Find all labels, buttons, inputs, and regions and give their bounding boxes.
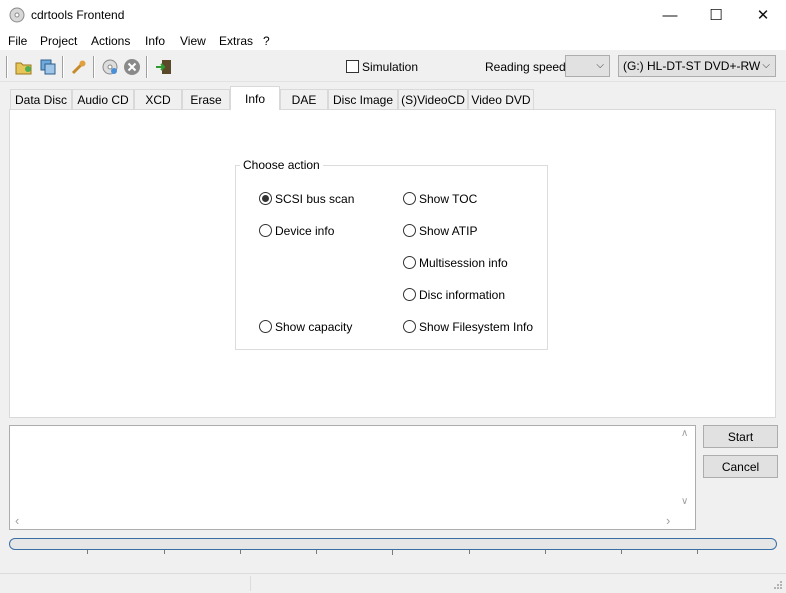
chevron-down-icon: ⌵ bbox=[762, 60, 770, 71]
tab-dae[interactable]: DAE bbox=[280, 89, 328, 109]
menu-view[interactable]: View bbox=[180, 34, 206, 48]
window-title: cdrtools Frontend bbox=[31, 8, 125, 22]
disc-information-radio[interactable] bbox=[403, 288, 416, 301]
menu-info[interactable]: Info bbox=[145, 34, 165, 48]
ruler-tick bbox=[621, 550, 622, 554]
minimize-button[interactable]: — bbox=[647, 0, 693, 30]
ruler-tick bbox=[469, 550, 470, 554]
vertical-scrollbar[interactable]: ∧ ∨ bbox=[677, 426, 695, 512]
device-info-label[interactable]: Device info bbox=[275, 224, 334, 238]
exit-button[interactable] bbox=[153, 56, 175, 78]
horizontal-scrollbar[interactable]: ‹ › bbox=[10, 512, 677, 529]
drive-select[interactable]: (G:) HL-DT-ST DVD+-RW ⌵ bbox=[618, 55, 776, 77]
simulation-checkbox[interactable] bbox=[346, 60, 359, 73]
tab-info[interactable]: Info bbox=[230, 86, 280, 110]
ruler-tick bbox=[316, 550, 317, 554]
multisession-info-radio[interactable] bbox=[403, 256, 416, 269]
settings-wrench-icon bbox=[71, 60, 86, 75]
menu-extras[interactable]: Extras bbox=[219, 34, 253, 48]
stop-icon bbox=[124, 59, 140, 75]
toolbar-grip bbox=[6, 56, 8, 78]
scsi-bus-scan-label[interactable]: SCSI bus scan bbox=[275, 192, 354, 206]
exit-icon bbox=[156, 60, 171, 74]
show-filesystem-info-radio[interactable] bbox=[403, 320, 416, 333]
scroll-left-icon[interactable]: ‹ bbox=[15, 513, 19, 528]
close-button[interactable]: ✕ bbox=[740, 0, 786, 30]
tab-data-disc[interactable]: Data Disc bbox=[10, 89, 72, 109]
ruler-tick bbox=[240, 550, 241, 554]
close-icon: ✕ bbox=[756, 7, 770, 24]
menu-help[interactable]: ? bbox=[263, 34, 270, 48]
menu-project[interactable]: Project bbox=[40, 34, 77, 48]
menu-file[interactable]: File bbox=[8, 34, 27, 48]
device-info-radio[interactable] bbox=[259, 224, 272, 237]
start-button[interactable]: Start bbox=[703, 425, 778, 448]
toolbar-separator bbox=[146, 56, 148, 78]
burn-disc-button[interactable] bbox=[99, 56, 121, 78]
scroll-down-icon[interactable]: ∨ bbox=[681, 496, 688, 507]
progress-bar bbox=[9, 538, 777, 550]
show-toc-label[interactable]: Show TOC bbox=[419, 192, 477, 206]
simulation-label: Simulation bbox=[362, 60, 419, 74]
resize-grip-icon[interactable] bbox=[773, 580, 783, 590]
toolbar-separator bbox=[62, 56, 64, 78]
show-filesystem-info-label[interactable]: Show Filesystem Info bbox=[419, 320, 533, 334]
cd-app-icon bbox=[9, 7, 25, 23]
scroll-up-icon[interactable]: ∧ bbox=[681, 428, 688, 439]
copy-disc-button[interactable] bbox=[37, 56, 59, 78]
open-folder-button[interactable] bbox=[13, 56, 35, 78]
tab-erase[interactable]: Erase bbox=[182, 89, 230, 109]
ruler-tick bbox=[164, 550, 165, 554]
tab-xcd[interactable]: XCD bbox=[134, 89, 182, 109]
tab-disc-image[interactable]: Disc Image bbox=[328, 89, 398, 109]
maximize-button[interactable]: ☐ bbox=[693, 0, 739, 30]
disc-information-label[interactable]: Disc information bbox=[419, 288, 505, 302]
drive-value: (G:) HL-DT-ST DVD+-RW bbox=[623, 59, 761, 73]
scsi-bus-scan-radio[interactable] bbox=[259, 192, 272, 205]
show-capacity-label[interactable]: Show capacity bbox=[275, 320, 352, 334]
ruler-tick bbox=[545, 550, 546, 554]
tab-video-dvd[interactable]: Video DVD bbox=[468, 89, 534, 109]
choose-action-label: Choose action bbox=[240, 158, 323, 172]
burn-disc-icon bbox=[102, 59, 118, 75]
reading-speed-label: Reading speed bbox=[485, 60, 566, 74]
multisession-info-label[interactable]: Multisession info bbox=[419, 256, 508, 270]
scroll-right-icon[interactable]: › bbox=[666, 513, 670, 528]
stop-button[interactable] bbox=[121, 56, 143, 78]
ruler-tick bbox=[87, 550, 88, 554]
show-toc-radio[interactable] bbox=[403, 192, 416, 205]
tab-svideocd[interactable]: (S)VideoCD bbox=[398, 89, 468, 109]
open-folder-icon bbox=[15, 62, 32, 75]
show-capacity-radio[interactable] bbox=[259, 320, 272, 333]
chevron-down-icon: ⌵ bbox=[596, 60, 604, 71]
copy-disc-icon bbox=[40, 59, 56, 75]
ruler-tick bbox=[392, 550, 393, 555]
ruler-tick bbox=[697, 550, 698, 554]
minimize-icon: — bbox=[662, 6, 678, 24]
reading-speed-select[interactable]: ⌵ bbox=[565, 55, 610, 77]
status-separator bbox=[250, 576, 251, 591]
maximize-icon: ☐ bbox=[709, 7, 723, 24]
show-atip-radio[interactable] bbox=[403, 224, 416, 237]
toolbar-separator bbox=[93, 56, 95, 78]
tab-audio-cd[interactable]: Audio CD bbox=[72, 89, 134, 109]
progress-ruler bbox=[9, 550, 777, 556]
status-bar bbox=[0, 573, 786, 593]
show-atip-label[interactable]: Show ATIP bbox=[419, 224, 477, 238]
menu-actions[interactable]: Actions bbox=[91, 34, 130, 48]
cancel-button[interactable]: Cancel bbox=[703, 455, 778, 478]
settings-button[interactable] bbox=[68, 56, 90, 78]
